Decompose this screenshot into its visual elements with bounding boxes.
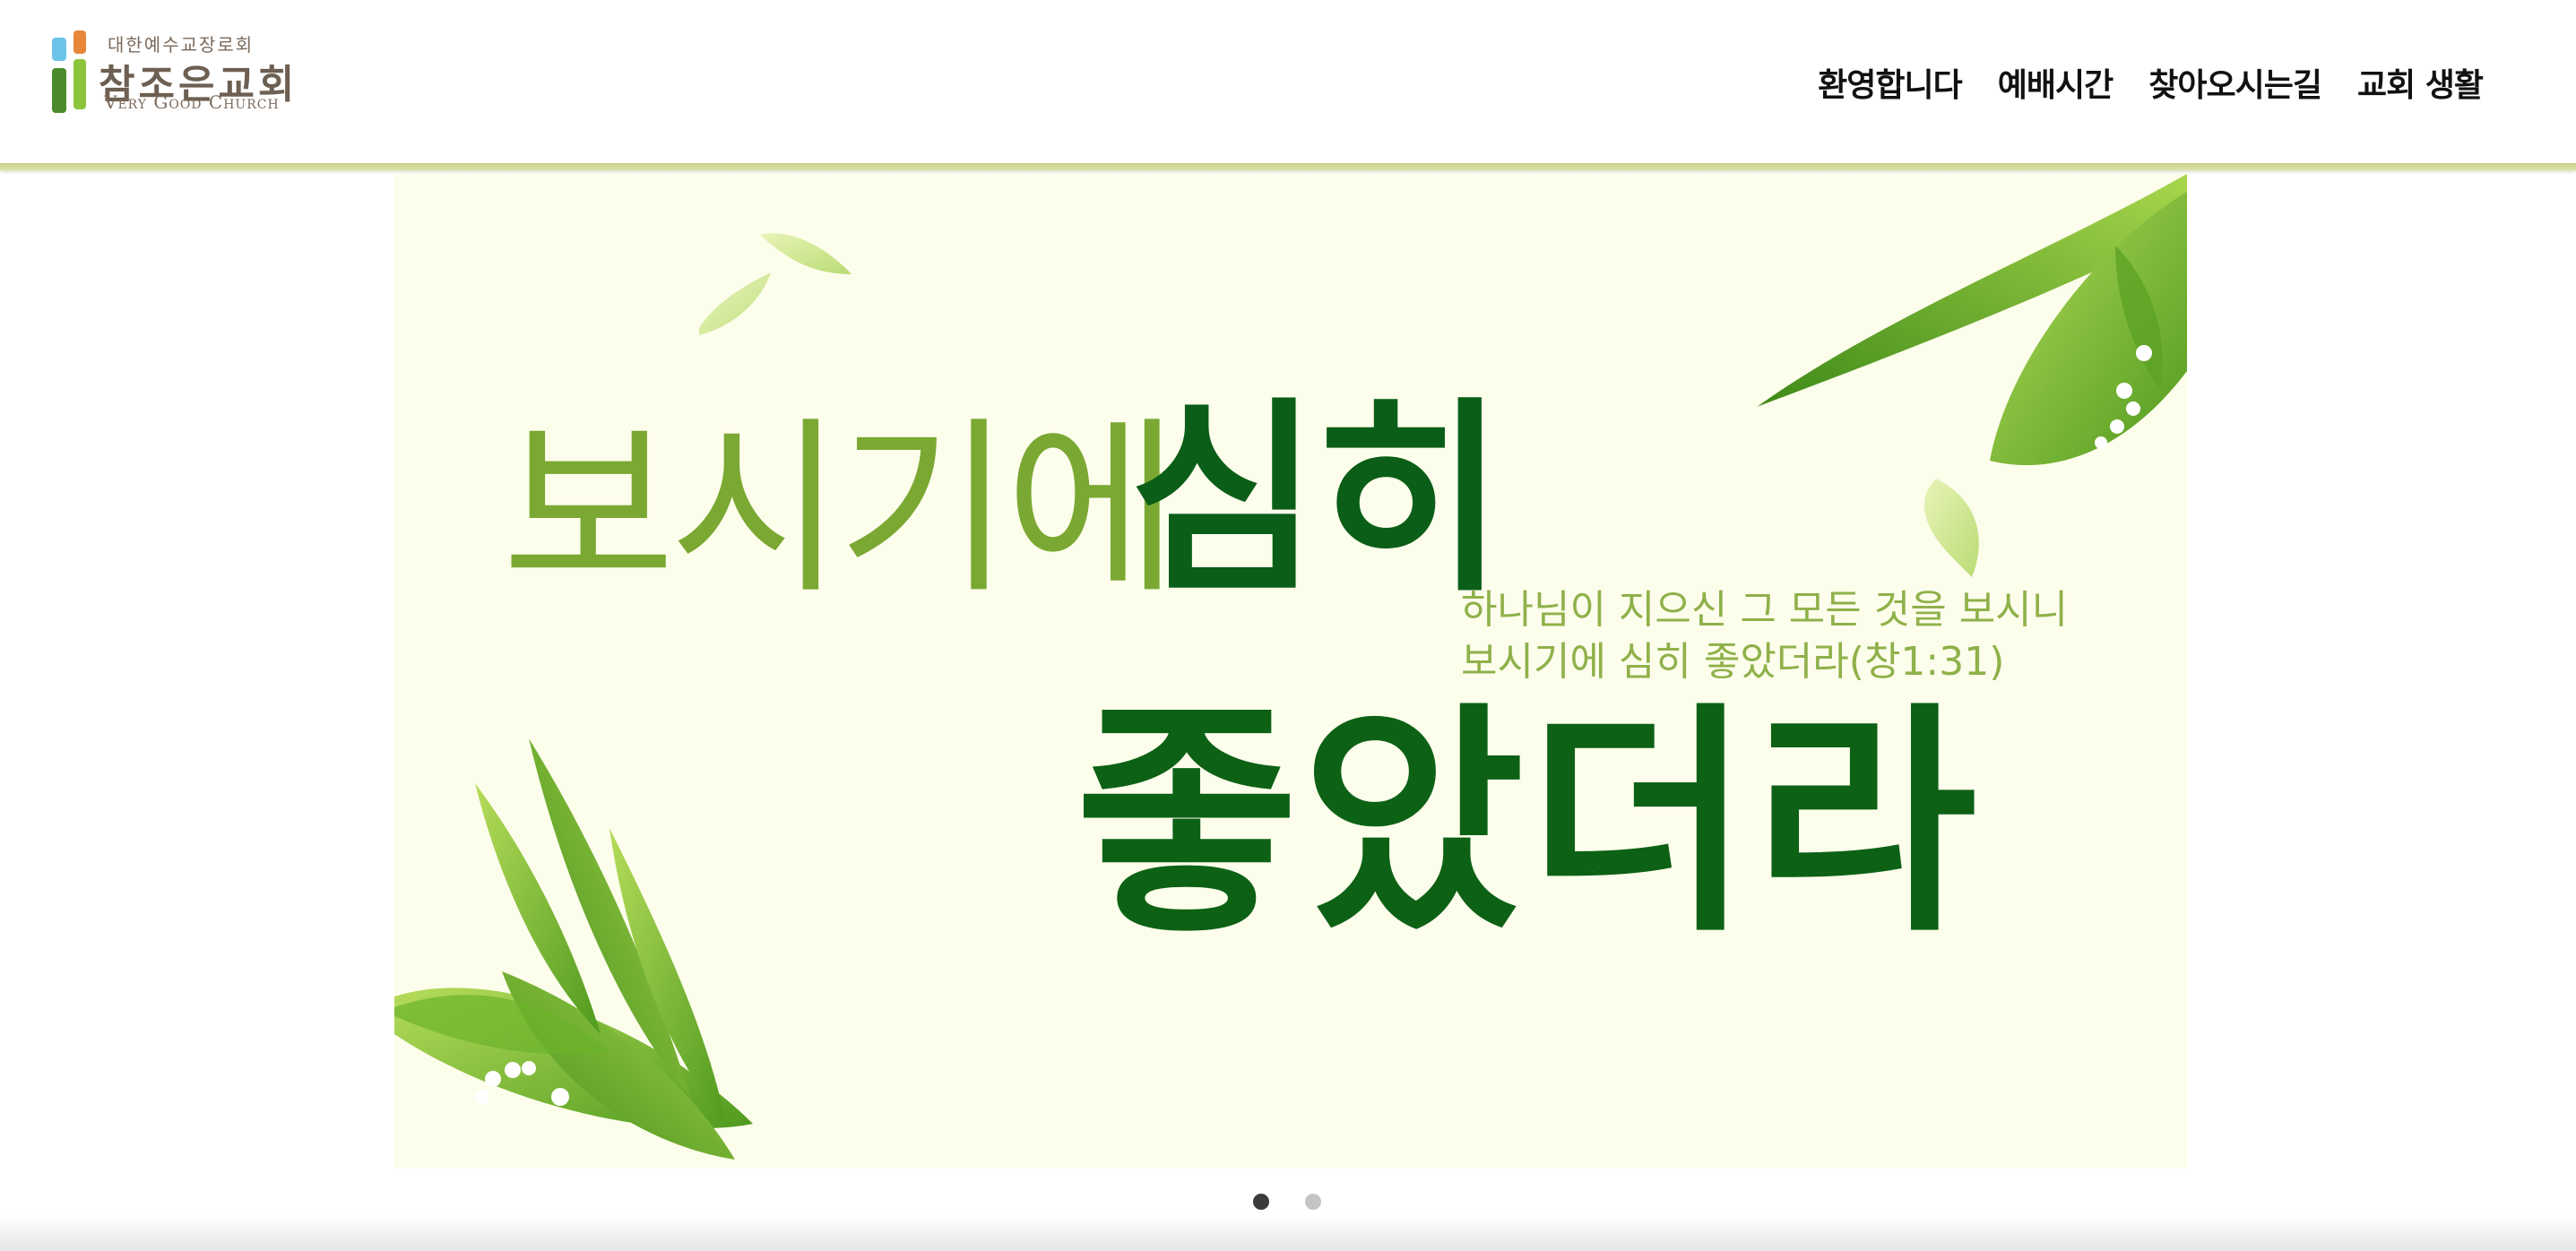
- logo-mark-icon: [52, 30, 86, 113]
- hero-banner-slide: 보시기에 심히 하나님이 지으신 그 모든 것을 보시니 보시기에 심히 좋았더…: [394, 174, 2187, 1169]
- header-divider: [0, 163, 2576, 170]
- nav-item-welcome[interactable]: 환영합니다: [1818, 59, 1963, 106]
- headline-big-text: 좋았더라: [1076, 682, 1981, 964]
- headline-dark-text: 심히: [1129, 381, 1505, 620]
- nav-item-worship-times[interactable]: 예배시간: [1998, 59, 2114, 106]
- bottom-shadow: [0, 1215, 2576, 1251]
- page: 대한예수교장로회 참조은교회 Very Good Church 환영합니다 예배…: [0, 0, 2576, 1251]
- verse-line-1: 하나님이 지으신 그 모든 것을 보시니: [1461, 587, 2069, 633]
- slide-dot-1[interactable]: [1253, 1194, 1269, 1210]
- church-logo[interactable]: 대한예수교장로회 참조은교회 Very Good Church: [52, 25, 312, 118]
- headline-light-text: 보시기에: [502, 400, 1179, 619]
- verse-line-2: 보시기에 심히 좋았더라(창1:31): [1461, 639, 2005, 685]
- nav-item-church-life[interactable]: 교회 생활: [2357, 59, 2484, 106]
- main-nav: 환영합니다 예배시간 찾아오시는길 교회 생활: [1818, 59, 2484, 106]
- logo-english-name: Very Good Church: [104, 91, 280, 113]
- site-header: 대한예수교장로회 참조은교회 Very Good Church 환영합니다 예배…: [0, 0, 2576, 165]
- nav-item-directions[interactable]: 찾아오시는길: [2148, 59, 2322, 106]
- bible-verse: 하나님이 지으신 그 모든 것을 보시니 보시기에 심히 좋았더라(창1:31): [1461, 584, 2068, 688]
- slide-dot-2[interactable]: [1305, 1194, 1321, 1210]
- slide-pager: [1253, 1194, 1321, 1210]
